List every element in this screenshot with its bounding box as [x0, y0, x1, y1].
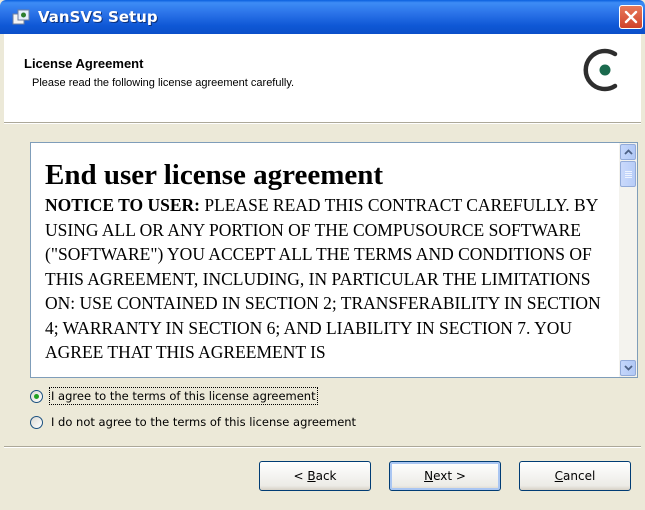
close-icon: [624, 10, 638, 24]
chevron-up-icon: [624, 149, 633, 155]
footer-divider-highlight: [4, 447, 641, 448]
disagree-radio[interactable]: [30, 415, 43, 429]
vertical-scrollbar[interactable]: [619, 143, 637, 377]
grip-line: [625, 171, 632, 172]
grip-line: [625, 173, 632, 174]
back-mnemonic: B: [307, 469, 316, 483]
next-button[interactable]: Next >: [389, 461, 501, 491]
window-title: VanSVS Setup: [38, 8, 158, 26]
license-text-box[interactable]: End user license agreement NOTICE TO USE…: [30, 142, 638, 378]
cancel-mnemonic: C: [554, 469, 564, 483]
disagree-option[interactable]: I do not agree to the terms of this lice…: [30, 415, 356, 429]
license-body: NOTICE TO USER: PLEASE READ THIS CONTRAC…: [45, 193, 605, 365]
grip-line: [625, 177, 632, 178]
page-title: License Agreement: [24, 56, 144, 71]
chevron-down-icon: [624, 365, 633, 371]
header-divider-highlight: [4, 123, 641, 124]
radio-selected-dot: [34, 393, 39, 399]
close-button[interactable]: [619, 5, 643, 29]
disagree-label[interactable]: I do not agree to the terms of this lice…: [51, 415, 356, 429]
installer-app-icon: [12, 9, 30, 25]
license-heading: End user license agreement: [45, 159, 384, 191]
license-body-text: PLEASE READ THIS CONTRACT CAREFULLY. BY …: [45, 195, 601, 362]
next-mnemonic: N: [424, 469, 434, 483]
scroll-down-button[interactable]: [620, 360, 636, 376]
back-button[interactable]: < Back: [259, 461, 371, 491]
setup-window: VanSVS Setup License Agreement Please re…: [0, 0, 645, 510]
page-header: License Agreement Please read the follow…: [4, 34, 641, 122]
cancel-button[interactable]: Cancel: [519, 461, 631, 491]
grip-line: [625, 175, 632, 176]
license-content: End user license agreement NOTICE TO USE…: [45, 157, 605, 365]
page-subtitle: Please read the following license agreem…: [32, 77, 295, 89]
product-logo-icon: [583, 48, 618, 92]
agree-option[interactable]: I agree to the terms of this license agr…: [30, 387, 318, 405]
agree-label[interactable]: I agree to the terms of this license agr…: [49, 387, 318, 405]
scroll-thumb[interactable]: [620, 161, 636, 187]
next-label: ext >: [433, 469, 466, 483]
title-bar[interactable]: VanSVS Setup: [0, 0, 645, 34]
notice-label: NOTICE TO USER:: [45, 195, 200, 215]
back-prefix: <: [293, 469, 308, 483]
scroll-up-button[interactable]: [620, 144, 636, 160]
agree-radio[interactable]: [30, 389, 43, 403]
cancel-label: ancel: [563, 469, 596, 483]
back-label: ack: [315, 469, 337, 483]
